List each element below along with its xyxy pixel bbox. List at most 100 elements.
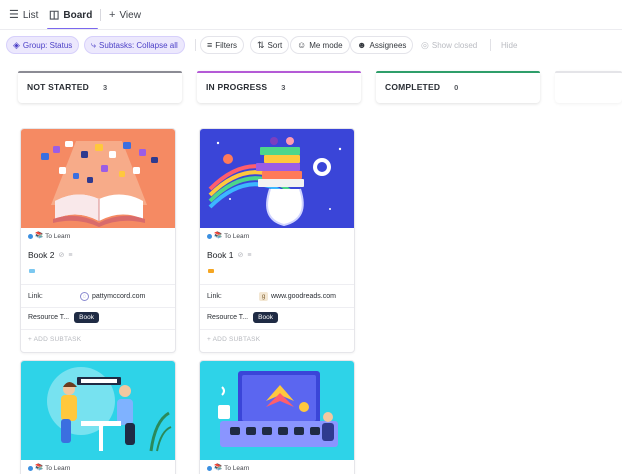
books-icon: 📚 (35, 232, 44, 240)
group-by-label: Group: Status (22, 40, 73, 50)
card-divider (200, 307, 354, 308)
cover-image (21, 129, 175, 228)
site-favicon-icon: g (259, 292, 268, 301)
cover-image (200, 129, 354, 228)
show-closed-button[interactable]: ◎ Show closed (414, 36, 484, 54)
status-dot-icon (28, 234, 33, 239)
tab-board[interactable]: ◫ Board (46, 6, 99, 30)
book-stack-illustration (208, 137, 342, 227)
list-icon: ☰ (9, 8, 19, 21)
column-title: NOT STARTED (27, 82, 90, 92)
open-book-illustration (41, 141, 158, 227)
resource-type-field[interactable]: Resource T... Book (28, 312, 99, 323)
add-subtask-button[interactable]: + ADD SUBTASK (207, 336, 260, 343)
resource-label: Resource T... (28, 314, 70, 321)
status-text: To Learn (224, 233, 250, 240)
priority-flag-icon[interactable] (29, 269, 35, 273)
filter-icon: ≡ (207, 39, 213, 50)
card-divider (21, 307, 175, 308)
tab-list[interactable]: ☰ List (9, 6, 38, 24)
column-header-in-progress[interactable]: IN PROGRESS 3 (197, 71, 361, 103)
column-count: 3 (281, 82, 286, 92)
attachment-icon: ⊘ (237, 252, 244, 259)
column-count: 0 (454, 82, 459, 92)
books-icon: 📚 (214, 464, 223, 472)
column-header-not-started[interactable]: NOT STARTED 3 (18, 71, 182, 103)
status-label[interactable]: 📚 To Learn (207, 233, 249, 240)
me-mode-button[interactable]: ☺ Me mode (290, 36, 350, 54)
subtasks-label: Subtasks: Collapse all (99, 40, 178, 50)
card-divider (21, 329, 175, 330)
status-label[interactable]: 📚 To Learn (207, 465, 249, 472)
task-title-text: Book 2 (28, 250, 55, 260)
view-tabs-bar: ☰ List ◫ Board + View (0, 0, 622, 30)
filters-button[interactable]: ≡ Filters (200, 36, 245, 54)
toolbar-divider-2 (490, 39, 491, 51)
tabs-underline (0, 29, 622, 30)
link-value[interactable]: ◌ pattymccord.com (80, 292, 145, 301)
people-icon: ☻ (357, 39, 367, 50)
add-view-button[interactable]: + View (109, 6, 141, 24)
task-card[interactable]: 📚 To Learn Book 1 ⊘ ≡ Link: g www.goodre… (199, 128, 355, 353)
check-circle-icon: ◎ (421, 39, 429, 50)
tab-list-label: List (22, 9, 39, 21)
task-title[interactable]: Book 1 ⊘ ≡ (207, 250, 251, 260)
tab-divider (100, 9, 101, 21)
description-icon: ≡ (68, 251, 73, 259)
task-title[interactable]: Book 2 ⊘ ≡ (28, 250, 72, 260)
board-icon: ◫ (49, 8, 60, 21)
status-dot-icon (28, 466, 33, 471)
podcast-illustration (47, 367, 172, 452)
status-text: To Learn (224, 465, 250, 472)
link-value[interactable]: g www.goodreads.com (259, 292, 336, 301)
resource-label: Resource T... (207, 314, 249, 321)
status-label[interactable]: 📚 To Learn (28, 465, 70, 472)
column-header-completed[interactable]: COMPLETED 0 (376, 71, 540, 103)
plus-icon: + (109, 8, 116, 21)
sort-icon: ⇅ (257, 39, 265, 50)
board-toolbar: ◈ Group: Status ⤷ Subtasks: Collapse all… (0, 36, 622, 56)
task-card[interactable]: 📚 To Learn Book 2 ⊘ ≡ Link: ◌ pattymccor… (20, 128, 176, 353)
link-label: Link: (207, 293, 222, 300)
person-icon: ☺ (297, 39, 307, 50)
column-accent (376, 71, 540, 73)
resource-tag: Book (74, 312, 99, 323)
link-url: www.goodreads.com (271, 293, 336, 300)
tab-board-label: Board (63, 9, 93, 21)
resource-type-field[interactable]: Resource T... Book (207, 312, 278, 323)
cover-image (21, 361, 175, 460)
sort-button[interactable]: ⇅ Sort (250, 36, 290, 54)
group-by-button[interactable]: ◈ Group: Status (6, 36, 80, 54)
site-favicon-icon: ◌ (80, 292, 89, 301)
status-text: To Learn (45, 465, 71, 472)
task-title-text: Book 1 (207, 250, 234, 260)
status-dot-icon (207, 466, 212, 471)
description-icon: ≡ (247, 251, 252, 259)
column-accent (555, 71, 622, 73)
me-mode-label: Me mode (309, 40, 343, 50)
toolbar-divider (195, 39, 196, 51)
status-label[interactable]: 📚 To Learn (28, 233, 70, 240)
assignees-label: Assignees (369, 40, 407, 50)
add-subtask-button[interactable]: + ADD SUBTASK (28, 336, 81, 343)
subtasks-button[interactable]: ⤷ Subtasks: Collapse all (84, 36, 185, 54)
column-header-partial (555, 71, 622, 103)
link-field[interactable]: Link: g www.goodreads.com (207, 292, 351, 301)
link-label: Link: (28, 293, 43, 300)
column-accent (197, 71, 361, 73)
card-divider (200, 284, 354, 285)
assignees-button[interactable]: ☻ Assignees (350, 36, 414, 54)
priority-flag-icon[interactable] (208, 269, 214, 273)
dashboard-illustration (218, 371, 338, 447)
status-text: To Learn (45, 233, 71, 240)
task-card[interactable]: 📚 To Learn (20, 360, 176, 474)
column-count: 3 (103, 82, 108, 92)
column-accent (18, 71, 182, 73)
link-url: pattymccord.com (92, 293, 146, 300)
filters-label: Filters (215, 40, 238, 50)
task-card[interactable]: 📚 To Learn (199, 360, 355, 474)
column-title: COMPLETED (385, 82, 441, 92)
sort-label: Sort (267, 40, 283, 50)
hide-button[interactable]: Hide (494, 36, 524, 54)
link-field[interactable]: Link: ◌ pattymccord.com (28, 292, 172, 301)
